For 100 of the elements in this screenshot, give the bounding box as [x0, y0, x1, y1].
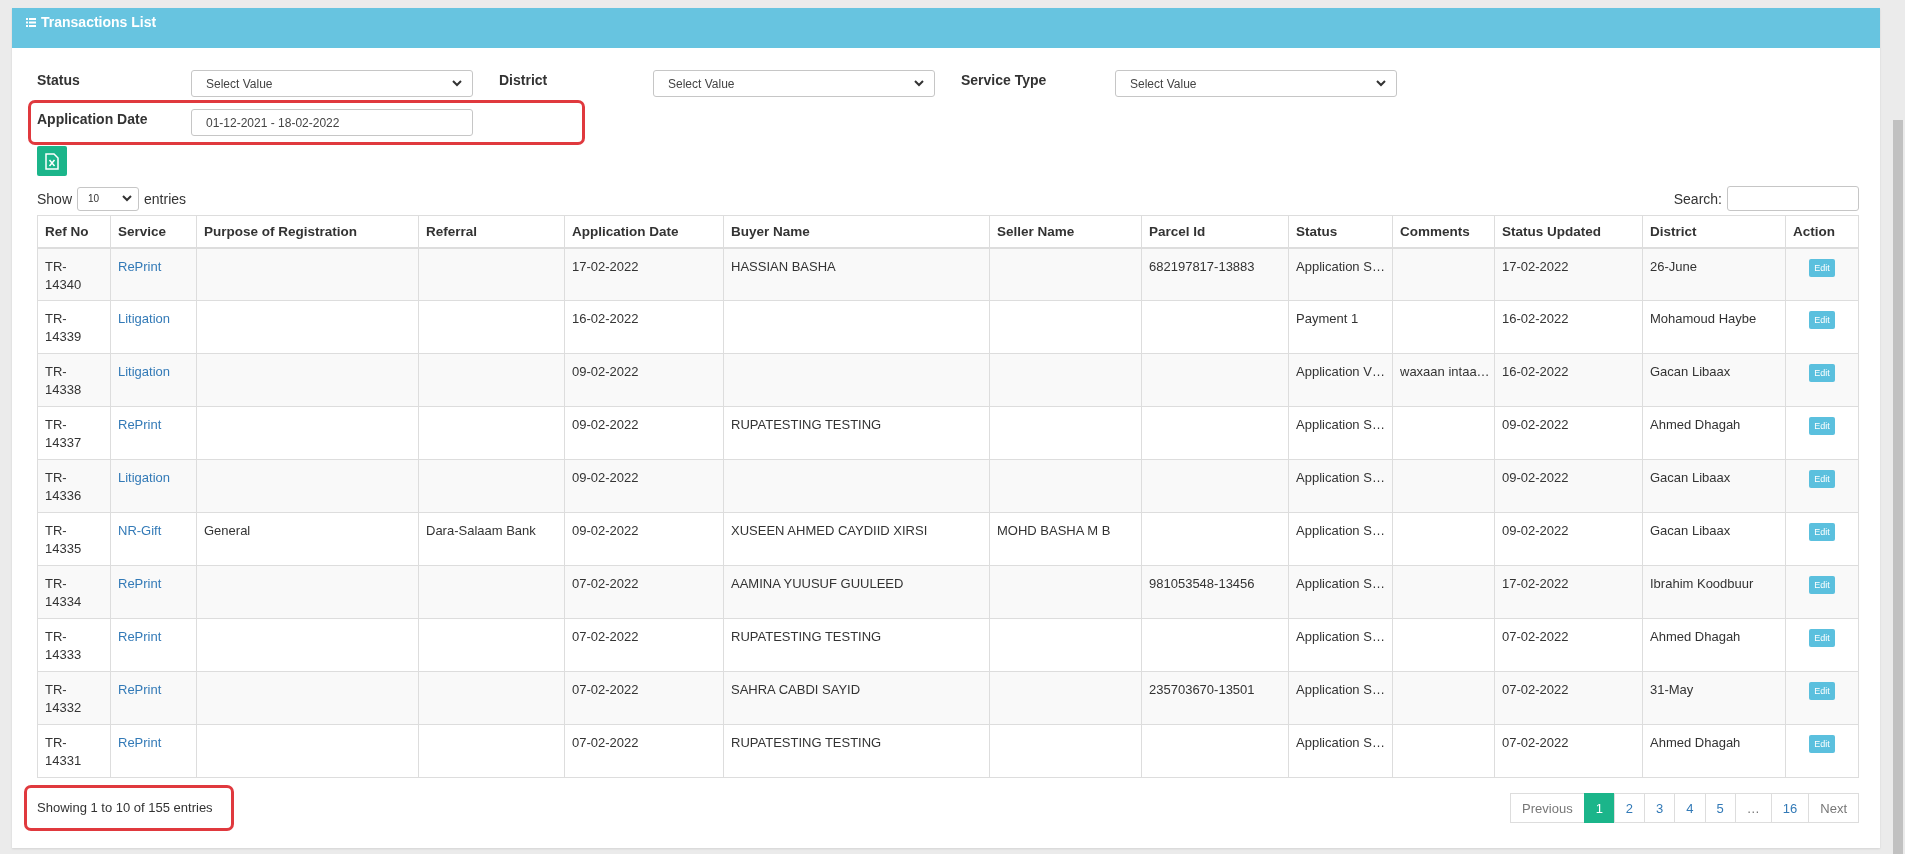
table-cell: 09-02-2022 [572, 470, 639, 485]
table-cell: 07-02-2022 [572, 629, 639, 644]
excel-export-button[interactable] [37, 146, 67, 176]
show-label: Show [37, 190, 73, 207]
select-dropdown[interactable]: Select Value [1115, 70, 1397, 97]
table-cell: Gacan Libaax [1650, 523, 1731, 538]
table-cell: 16-02-2022 [1502, 311, 1569, 326]
column-header: Service [110, 215, 197, 248]
service-link[interactable]: Litigation [118, 364, 171, 379]
pagination-nav-button[interactable]: Previous [1510, 793, 1585, 823]
table-cell-text: TR-14333 [45, 628, 83, 664]
table-cell-text: TR-14332 [45, 681, 83, 717]
service-link[interactable]: RePrint [118, 417, 162, 432]
service-link[interactable]: RePrint [118, 682, 162, 697]
page-button[interactable]: 2 [1613, 793, 1646, 823]
page-button[interactable]: 5 [1704, 793, 1736, 823]
page-button[interactable]: 4 [1674, 793, 1706, 823]
table-cell: RUPATESTING TESTING [731, 735, 882, 750]
table-cell: Dara-Salaam Bank [426, 523, 536, 538]
search-label: Search: [1673, 190, 1722, 207]
table-cell: 26-June [1650, 258, 1697, 274]
pagination-ellipsis: … [1734, 793, 1772, 823]
table-cell: AAMINA YUUSUF GUULEED [731, 576, 904, 591]
table-cell-text: TR-14336 [45, 469, 83, 505]
table-cell: Application S… [1296, 629, 1385, 644]
service-link[interactable]: RePrint [118, 258, 162, 274]
service-link[interactable]: Litigation [118, 470, 171, 485]
table-cell: 16-02-2022 [1502, 364, 1569, 379]
table-cell: 17-02-2022 [1502, 258, 1569, 274]
page-button[interactable]: 3 [1644, 793, 1676, 823]
service-link[interactable]: RePrint [118, 576, 162, 591]
service-link[interactable]: Litigation [118, 311, 171, 326]
table-cell: General [204, 523, 251, 538]
column-header: District [1642, 215, 1786, 248]
column-header: Action [1785, 215, 1859, 248]
table-cell: SAHRA CABDI SAYID [731, 682, 861, 697]
table-cell: Ahmed Dhagah [1650, 735, 1741, 750]
column-header: Purpose of Registration [196, 215, 419, 248]
table-cell: 682197817-13883 [1149, 258, 1255, 274]
table-cell: MOHD BASHA M B [997, 523, 1111, 538]
page-size-select[interactable]: 10 [77, 186, 140, 211]
service-link[interactable]: RePrint [118, 735, 162, 750]
column-header: Comments [1392, 215, 1495, 248]
service-link[interactable]: NR-Gift [118, 523, 162, 538]
table-cell: Ahmed Dhagah [1650, 417, 1741, 432]
page-button[interactable]: 1 [1583, 793, 1615, 823]
table-cell: Ibrahim Koodbuur [1650, 576, 1754, 591]
column-header: Buyer Name [723, 215, 990, 248]
table-cell: Gacan Libaax [1650, 364, 1731, 379]
select-dropdown[interactable]: Select Value [191, 70, 473, 97]
scrollbar[interactable] [1893, 120, 1903, 854]
table-cell: 17-02-2022 [1502, 576, 1569, 591]
table-cell-text: TR-14335 [45, 522, 83, 558]
chevron-down-icon [914, 80, 924, 87]
table-cell-text: TR-14340 [45, 257, 83, 294]
table-cell: Mohamoud Haybe [1650, 311, 1757, 326]
column-header: Status [1288, 215, 1393, 248]
table-cell-text: TR-14334 [45, 575, 83, 611]
table-cell: 07-02-2022 [572, 682, 639, 697]
column-header: Application Date [564, 215, 724, 248]
table-cell: Application S… [1296, 523, 1385, 538]
table-cell-text: TR-14339 [45, 310, 83, 346]
table-cell: 09-02-2022 [572, 523, 639, 538]
filter-label: Application Date [37, 110, 149, 127]
table-cell: 07-02-2022 [572, 576, 639, 591]
date-range-field[interactable]: 01-12-2021 - 18-02-2022 [191, 109, 473, 136]
table-cell: 981053548-13456 [1149, 576, 1255, 591]
filter-label: District [499, 71, 549, 88]
list-icon [26, 17, 36, 27]
service-link[interactable]: RePrint [118, 629, 162, 644]
table-cell: Gacan Libaax [1650, 470, 1731, 485]
column-header: Status Updated [1494, 215, 1643, 248]
table-cell: 16-02-2022 [572, 311, 639, 326]
table-cell: Application S… [1296, 735, 1385, 750]
table-cell: Application S… [1296, 417, 1385, 432]
spreadsheet-file-icon [45, 152, 59, 170]
column-header: Parcel Id [1141, 215, 1289, 248]
table-cell: Application S… [1296, 576, 1385, 591]
table-cell: Application V… [1296, 364, 1385, 379]
table-cell: Ahmed Dhagah [1650, 629, 1741, 644]
table-cell: 31-May [1650, 682, 1694, 697]
table-cell: 09-02-2022 [572, 364, 639, 379]
table-cell: RUPATESTING TESTING [731, 417, 882, 432]
pagination-nav-button[interactable]: Next [1808, 793, 1859, 823]
chevron-down-icon [1376, 80, 1386, 87]
chevron-down-icon [452, 80, 462, 87]
table-cell: 07-02-2022 [572, 735, 639, 750]
table-cell: 09-02-2022 [572, 417, 639, 432]
panel-title: Transactions List [41, 14, 157, 30]
filter-label: Status [37, 71, 81, 88]
table-cell: 09-02-2022 [1502, 523, 1569, 538]
search-field[interactable] [1727, 186, 1859, 211]
table-cell: 09-02-2022 [1502, 470, 1569, 485]
chevron-down-icon [122, 195, 133, 202]
select-dropdown[interactable]: Select Value [653, 70, 935, 97]
table-cell: RUPATESTING TESTING [731, 629, 882, 644]
page-button[interactable]: 16 [1770, 793, 1810, 823]
table-cell-text: TR-14337 [45, 416, 83, 452]
table-cell: 235703670-13501 [1149, 682, 1255, 697]
table-cell: Application S… [1296, 258, 1385, 274]
